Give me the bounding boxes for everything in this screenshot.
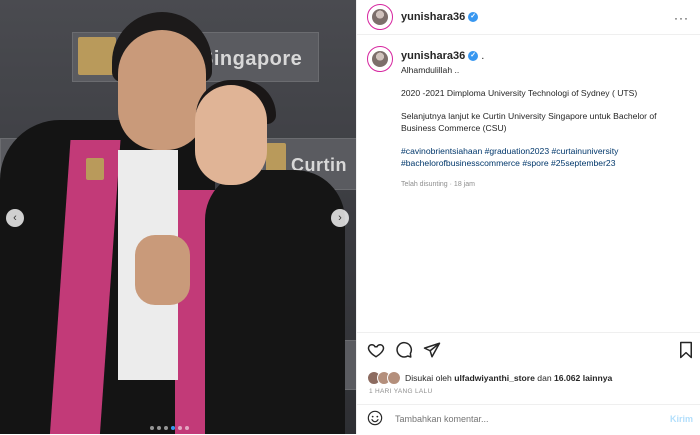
- header-username[interactable]: yunishara36 ✓: [401, 11, 479, 23]
- likes-summary[interactable]: Disukai oleh ulfadwiyanthi_store dan 16.…: [367, 371, 612, 385]
- verified-badge-icon: ✓: [468, 51, 479, 62]
- carousel-next-button[interactable]: ›: [331, 209, 349, 227]
- liked-prefix: Disukai oleh: [405, 373, 452, 383]
- liked-mid: dan: [537, 373, 552, 383]
- bookmark-icon[interactable]: [677, 341, 695, 359]
- instagram-post-view: Singapore Curtin in S ‹ ›: [0, 0, 700, 434]
- post-comment-button[interactable]: Kirim: [670, 414, 693, 424]
- carousel-dot: [164, 426, 168, 430]
- edited-timestamp: Telah disunting · 18 jam: [401, 181, 475, 188]
- profile-avatar[interactable]: [367, 4, 393, 30]
- carousel-dot-active: [171, 426, 175, 430]
- carousel-indicator: [150, 426, 189, 430]
- caption-avatar[interactable]: [367, 46, 393, 72]
- share-icon[interactable]: [423, 341, 441, 359]
- peace-sign-hand: [135, 235, 190, 305]
- carousel-dot: [178, 426, 182, 430]
- comment-icon[interactable]: [395, 341, 413, 359]
- gown-crest-icon: [86, 158, 104, 180]
- post-timestamp: 1 HARI YANG LALU: [369, 388, 433, 395]
- caption-line: Selanjutnya lanjut ke Curtin University …: [401, 111, 657, 133]
- woman-blazer: [205, 170, 345, 434]
- comment-input[interactable]: [395, 414, 645, 424]
- carousel-dot: [150, 426, 154, 430]
- verified-badge-icon: ✓: [468, 12, 479, 23]
- carousel-prev-button[interactable]: ‹: [6, 209, 24, 227]
- post-header: yunishara36 ✓ ···: [357, 0, 700, 35]
- carousel-dot: [185, 426, 189, 430]
- post-photo[interactable]: Singapore Curtin in S ‹ ›: [0, 0, 356, 434]
- avatar: [387, 371, 401, 385]
- liker-avatars: [367, 371, 401, 385]
- caption-line: Alhamdulillah ..: [401, 65, 460, 75]
- woman-face: [195, 85, 267, 185]
- graduate-face: [118, 30, 206, 150]
- emoji-icon[interactable]: [367, 410, 383, 426]
- caption-username[interactable]: yunishara36 ✓ .: [401, 50, 484, 62]
- backdrop-text: Singapore: [200, 48, 303, 70]
- university-logo-icon: [78, 37, 116, 75]
- heart-icon[interactable]: [367, 341, 385, 359]
- liked-user[interactable]: ulfadwiyanthi_store: [454, 373, 535, 383]
- caption-line: 2020 -2021 Dimploma University Technolog…: [401, 88, 638, 98]
- more-options-icon[interactable]: ···: [674, 11, 689, 25]
- liked-count[interactable]: 16.062 lainnya: [554, 373, 612, 383]
- caption-text: Alhamdulillah .. 2020 -2021 Dimploma Uni…: [401, 64, 691, 180]
- hashtags[interactable]: #cavinobrientsiahaan #graduation2023 #cu…: [401, 145, 691, 169]
- carousel-dot: [157, 426, 161, 430]
- post-side-panel: yunishara36 ✓ ··· yunishara36 ✓ . Alhamdul…: [356, 0, 700, 434]
- caption-suffix: .: [481, 50, 485, 62]
